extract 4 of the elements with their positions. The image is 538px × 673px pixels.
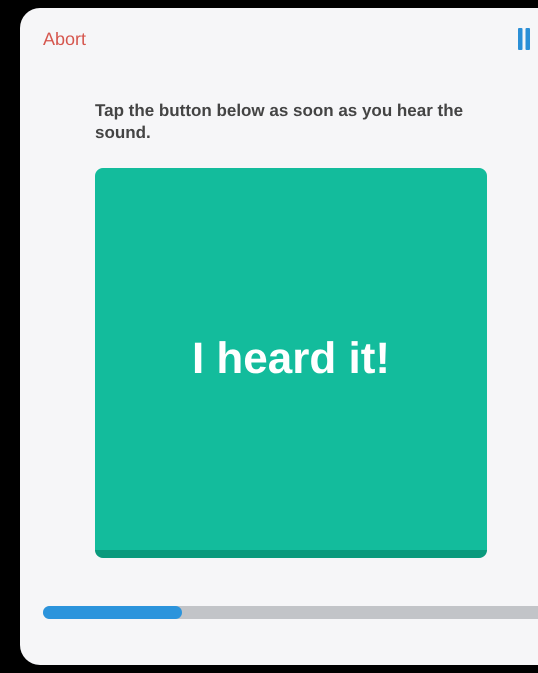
heard-it-button[interactable]: I heard it! bbox=[95, 168, 487, 558]
instruction-text: Tap the button below as soon as you hear the sound. bbox=[95, 100, 464, 144]
abort-button[interactable]: Abort bbox=[43, 28, 86, 50]
pause-icon[interactable] bbox=[518, 28, 530, 50]
